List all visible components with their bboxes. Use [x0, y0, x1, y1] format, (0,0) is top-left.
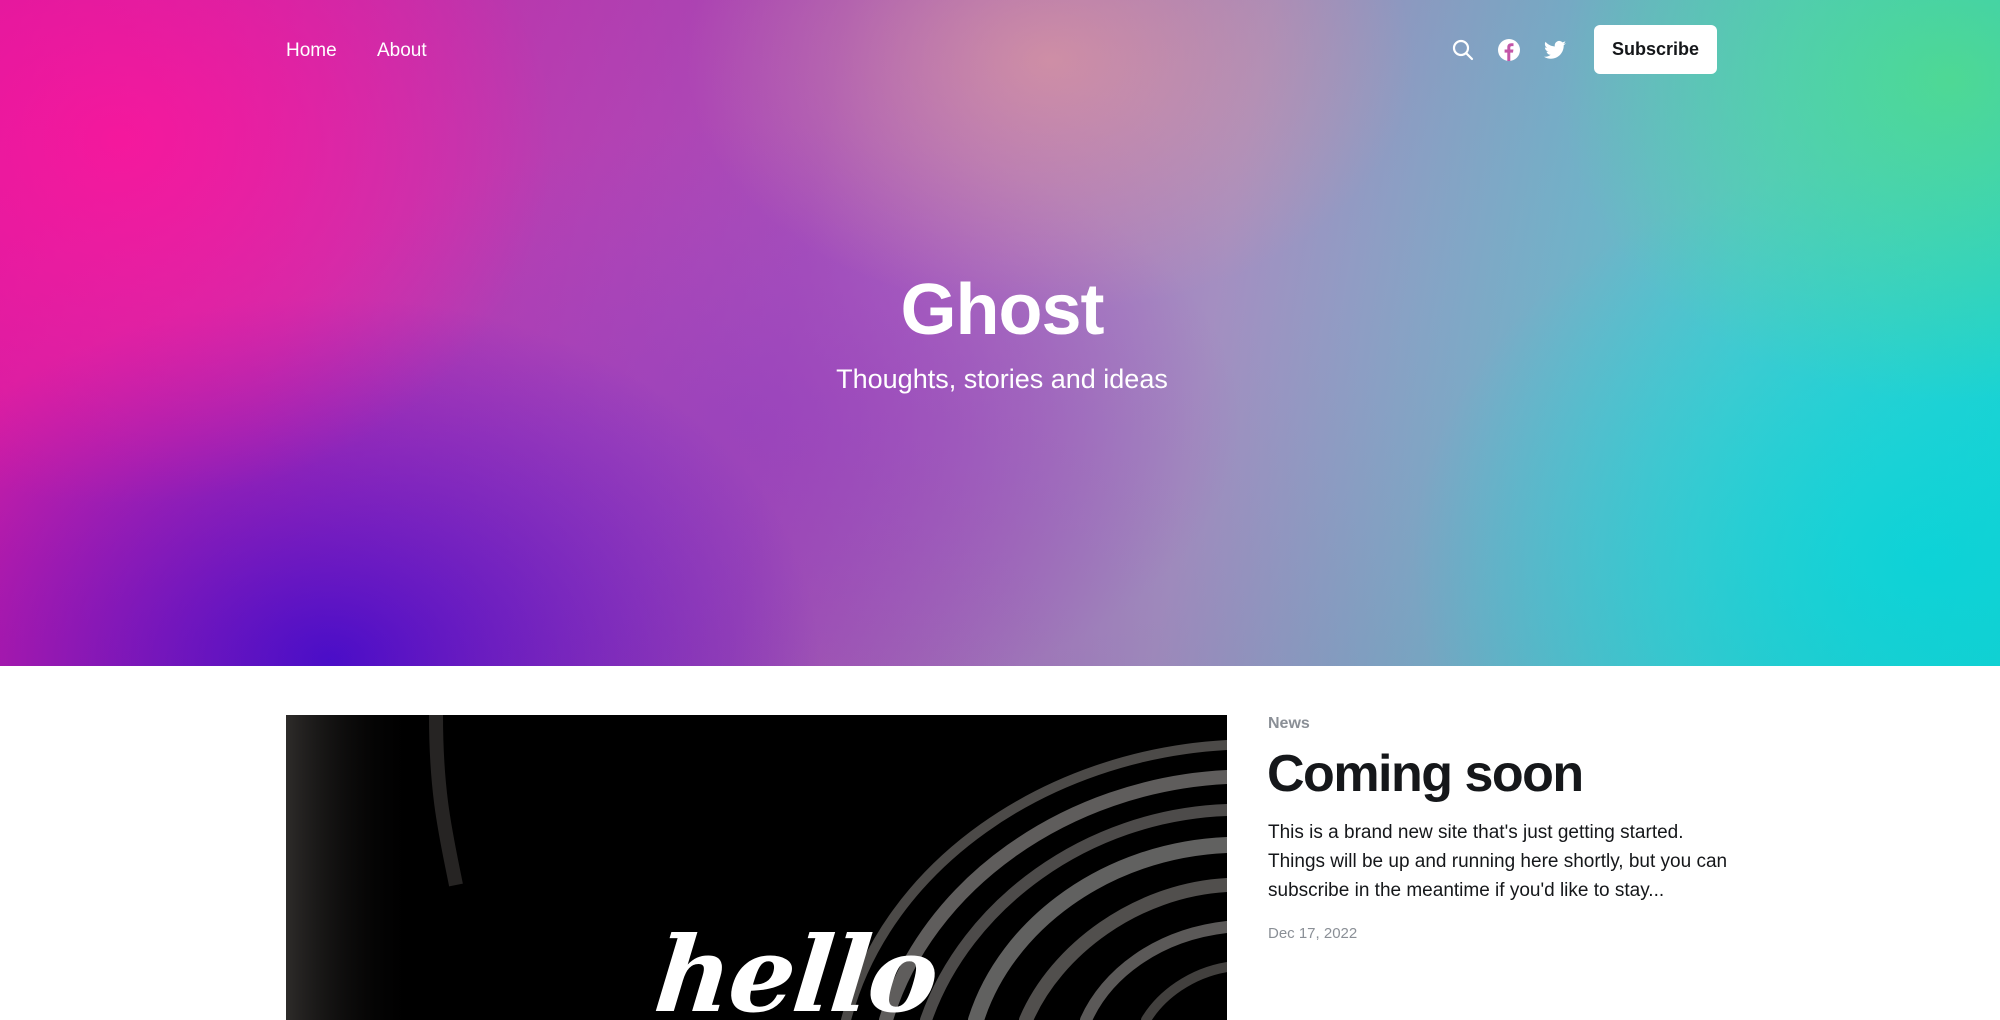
featured-post-image[interactable]: hello — [286, 715, 1227, 1020]
search-icon[interactable] — [1451, 38, 1475, 62]
post-title[interactable]: Coming soon — [1267, 742, 1584, 806]
nav-link-home[interactable]: Home — [286, 39, 337, 63]
twitter-icon[interactable] — [1543, 38, 1567, 62]
subscribe-button[interactable]: Subscribe — [1594, 25, 1717, 74]
post-date: Dec 17, 2022 — [1268, 925, 1358, 942]
post-excerpt: This is a brand new site that's just get… — [1268, 822, 1728, 901]
facebook-icon[interactable] — [1497, 38, 1521, 62]
image-hello-text: hello — [649, 913, 943, 1020]
top-navigation: Home About Subscribe — [0, 0, 2000, 100]
nav-link-about[interactable]: About — [377, 39, 427, 63]
site-title: Ghost — [900, 270, 1105, 350]
post-tag[interactable]: News — [1268, 714, 1310, 734]
site-header-hero: Home About Subscribe Ghost Thoughts, sto… — [0, 0, 2000, 666]
site-description: Thoughts, stories and ideas — [836, 364, 1168, 394]
